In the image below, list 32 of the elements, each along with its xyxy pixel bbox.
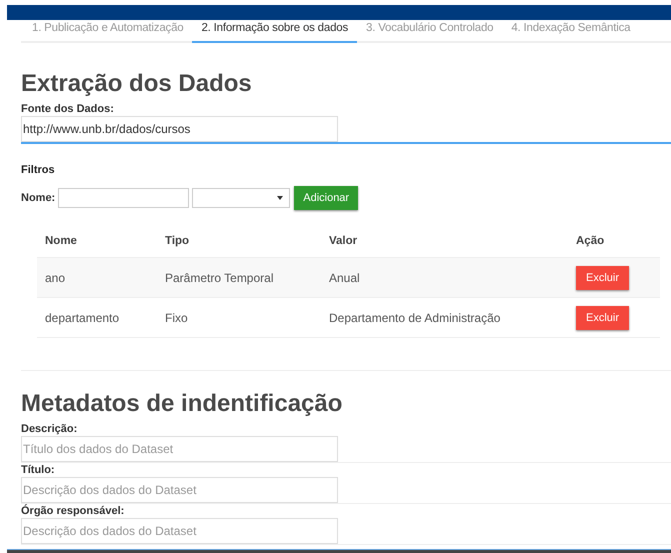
delete-button[interactable]: Excluir bbox=[576, 306, 630, 330]
table-cell: departamento bbox=[37, 298, 157, 338]
field-label: Fonte dos Dados: bbox=[21, 102, 115, 116]
table-cell: Departamento de Administração bbox=[321, 298, 568, 338]
column-header: Nome bbox=[37, 224, 157, 258]
add-button[interactable]: Adicionar bbox=[294, 186, 358, 210]
section-title: Extração dos Dados bbox=[21, 70, 253, 98]
column-header: Tipo bbox=[157, 224, 321, 258]
tab[interactable]: 2. Informação sobre os dados bbox=[192, 20, 358, 43]
input-field[interactable]: Descrição dos dados do Dataset bbox=[21, 518, 338, 544]
input-field[interactable]: Título dos dados do Dataset bbox=[21, 436, 338, 462]
field-label: Descrição: bbox=[21, 422, 78, 436]
delete-button[interactable]: Excluir bbox=[576, 266, 630, 290]
source-field[interactable]: http://www.unb.br/dados/cursos bbox=[21, 116, 338, 142]
column-header: Ação bbox=[568, 224, 660, 258]
filters-title: Filtros bbox=[21, 164, 56, 176]
table-cell: Fixo bbox=[157, 298, 321, 338]
field-label: Título: bbox=[21, 463, 56, 477]
table-cell: ano bbox=[37, 258, 157, 298]
table-cell: Anual bbox=[321, 258, 568, 298]
field-label: Nome: bbox=[21, 192, 56, 204]
input-field[interactable]: Descrição dos dados do Dataset bbox=[21, 477, 338, 503]
type-select[interactable] bbox=[192, 188, 290, 208]
caret-icon bbox=[277, 196, 284, 200]
section-title: Metadatos de indentificação bbox=[21, 390, 344, 418]
tab[interactable]: 4. Indexação Semântica bbox=[502, 20, 640, 41]
name-field[interactable] bbox=[58, 188, 190, 208]
column-header: Valor bbox=[321, 224, 568, 258]
tab[interactable]: 1. Publicação e Automatização bbox=[21, 20, 192, 41]
field-label: Órgão responsável: bbox=[21, 504, 126, 518]
tab[interactable]: 3. Vocabulário Controlado bbox=[357, 20, 502, 41]
table-cell: Parâmetro Temporal bbox=[157, 258, 321, 298]
